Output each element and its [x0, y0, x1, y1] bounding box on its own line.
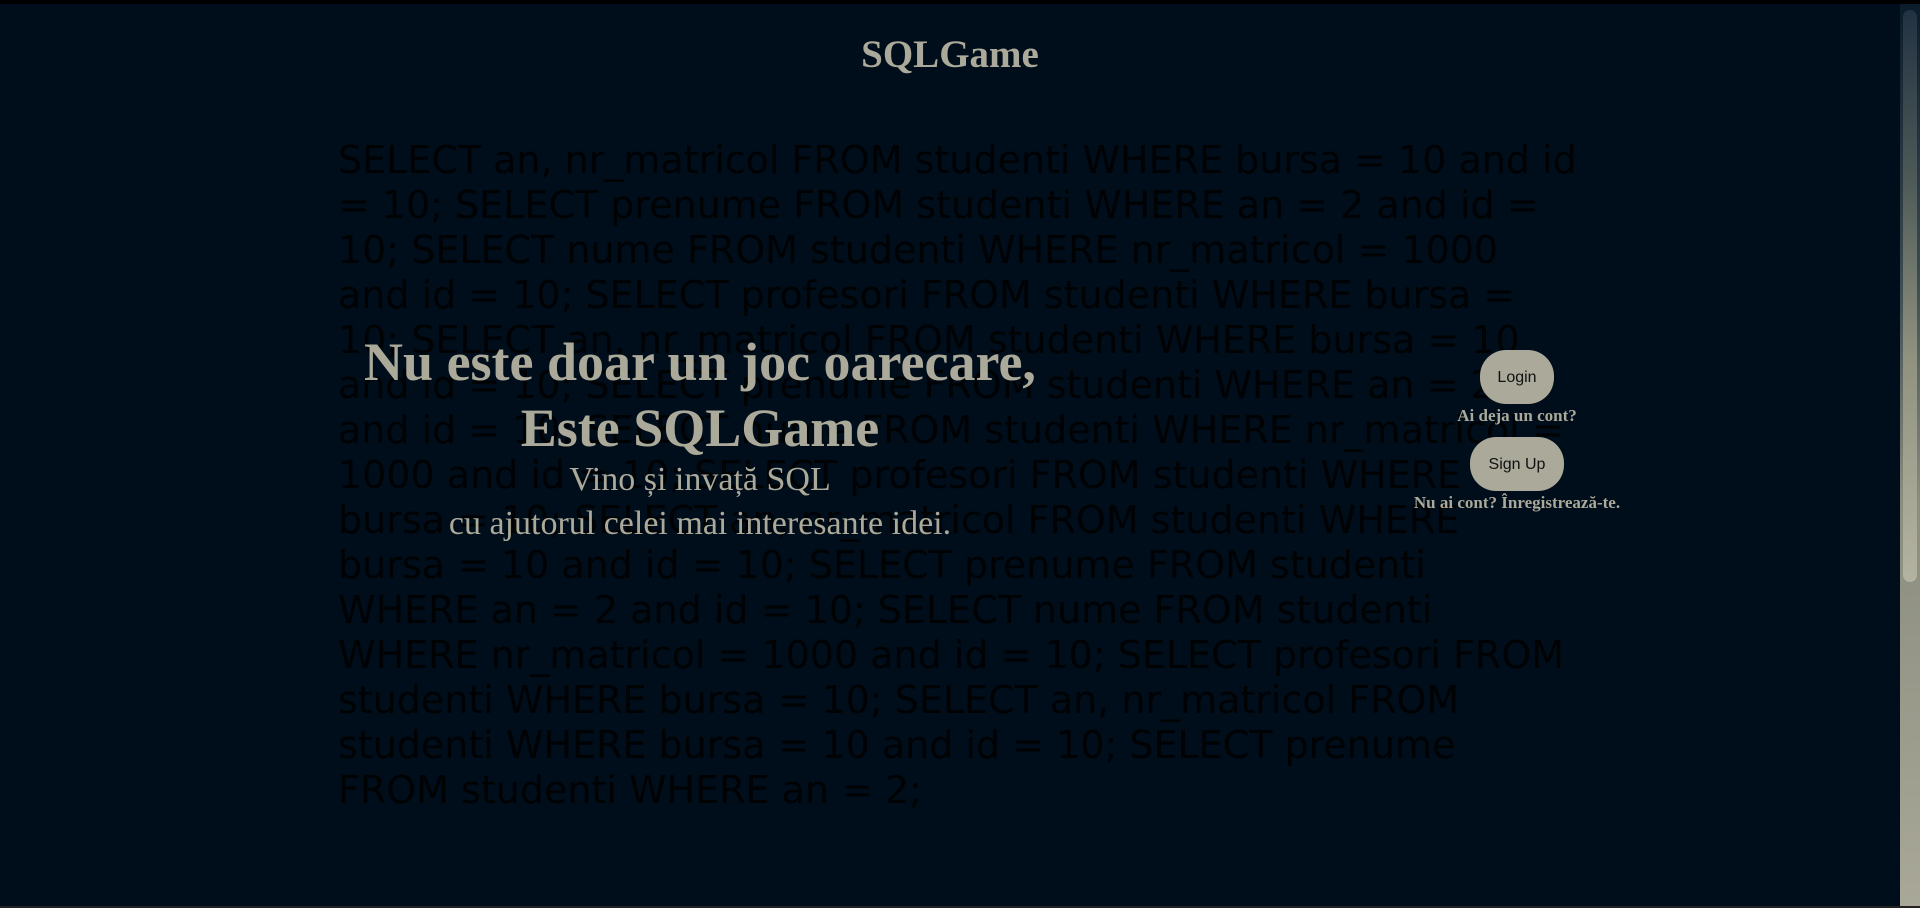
hero-section: Nu este doar un joc oarecare, Este SQLGa…	[340, 332, 1060, 546]
page: SQLGame SELECT an, nr_matricol FROM stud…	[0, 4, 1900, 906]
hero-heading-line2: Este SQLGame	[520, 398, 880, 458]
auth-panel: Login Ai deja un cont? Sign Up Nu ai con…	[1360, 350, 1674, 513]
login-hint: Ai deja un cont?	[1457, 406, 1577, 425]
scrollbar-thumb[interactable]	[1903, 10, 1917, 582]
hero-heading-line1: Nu este doar un joc oarecare,	[364, 332, 1036, 392]
signup-hint: Nu ai cont? Înregistrează-te.	[1413, 493, 1621, 512]
site-title: SQLGame	[861, 33, 1039, 76]
hero-subtitle-line2: cu ajutorul celei mai interesante idei.	[448, 505, 952, 542]
signup-button[interactable]: Sign Up	[1470, 437, 1564, 491]
login-button[interactable]: Login	[1480, 350, 1554, 404]
hero-subtitle-line1: Vino și invață SQL	[569, 461, 831, 498]
